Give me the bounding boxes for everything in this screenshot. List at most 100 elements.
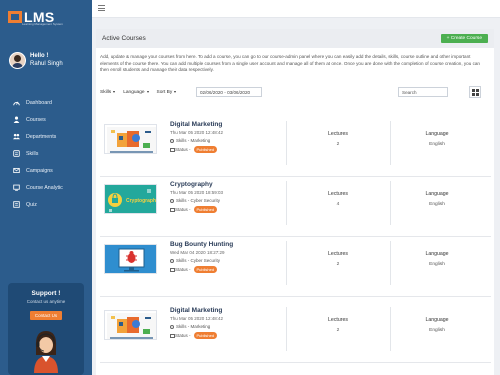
search-input[interactable]: Search (398, 87, 448, 97)
chevron-down-icon (113, 91, 116, 93)
flag-icon (170, 267, 175, 272)
quiz-icon (13, 201, 20, 208)
course-row[interactable]: Bug Bounty Hunting Wed Mar 04 2020 18:27… (100, 241, 491, 297)
language-value: English (429, 262, 445, 267)
language-value: English (429, 202, 445, 207)
language-label: Language (425, 317, 449, 323)
course-thumbnail[interactable] (104, 244, 157, 274)
greeting: Hello ! (30, 53, 49, 59)
user-name: Rahul Singh (30, 61, 63, 67)
panel-header: Active Courses + Create Course (96, 29, 494, 48)
status-badge: Published (193, 332, 218, 339)
analytics-icon (13, 184, 20, 191)
course-row[interactable]: Digital Marketing Thu Mar 05 2020 12:48:… (100, 121, 491, 177)
sort-by-filter[interactable]: Sort By (157, 90, 177, 95)
sidebar-item-label: Quiz (26, 201, 37, 208)
contact-us-button[interactable]: Contact Us (29, 311, 63, 320)
sidebar-nav: Dashboard Courses Departments Skills Cam… (0, 84, 92, 213)
course-skills: Skills - Marketing (176, 138, 211, 143)
courses-icon (13, 116, 20, 123)
support-agent-illustration (34, 331, 58, 373)
language-value: English (429, 142, 445, 147)
language-filter-label: Language (123, 89, 145, 95)
flag-icon (170, 147, 175, 152)
campaigns-icon (13, 167, 20, 174)
sidebar-item-label: Skills (26, 150, 39, 157)
column-divider (390, 307, 391, 351)
lectures-label: Lectures (328, 131, 348, 137)
skills-icon (170, 138, 174, 143)
flag-icon (170, 333, 175, 338)
sidebar-item-course-analytic[interactable]: Course Analytic (0, 179, 92, 196)
sidebar-item-dashboard[interactable]: Dashboard (0, 94, 92, 111)
course-title[interactable]: Digital Marketing (170, 121, 223, 128)
sidebar-item-label: Departments (26, 133, 57, 140)
course-title[interactable]: Cryptography (170, 181, 223, 188)
course-title[interactable]: Bug Bounty Hunting (170, 241, 233, 248)
lectures-label: Lectures (328, 191, 348, 197)
skills-filter-label: Skills (100, 89, 112, 95)
course-status-label: Status - (175, 147, 191, 152)
column-divider (390, 181, 391, 225)
sidebar-item-label: Campaigns (26, 167, 53, 174)
course-skills: Skills - Marketing (176, 324, 211, 329)
logo-icon (8, 11, 22, 23)
sidebar: LMS Learning Management System Hello ! R… (0, 0, 92, 375)
skills-icon (170, 324, 174, 329)
sort-by-label: Sort By (156, 89, 173, 95)
support-subtitle: Contact us anytime (26, 299, 66, 304)
course-status-label: Status - (175, 267, 191, 272)
sidebar-item-label: Courses (26, 116, 46, 123)
course-date: Thu Mar 05 2020 12:48:42 (170, 316, 224, 321)
sidebar-item-campaigns[interactable]: Campaigns (0, 162, 92, 179)
status-badge: Published (193, 146, 218, 153)
lectures-count: 2 (336, 262, 340, 267)
language-filter[interactable]: Language (123, 89, 149, 95)
support-title: Support ! (31, 290, 61, 297)
create-course-button[interactable]: + Create Course (440, 34, 488, 43)
lectures-count: 2 (336, 328, 340, 333)
course-status-label: Status - (175, 207, 191, 212)
avatar (9, 51, 26, 69)
active-courses-panel: Active Courses + Create Course Add, upda… (96, 29, 494, 375)
course-row[interactable]: Digital Marketing Thu Mar 05 2020 12:48:… (100, 307, 491, 363)
course-title[interactable]: Digital Marketing (170, 307, 223, 314)
skills-icon (170, 198, 174, 203)
filter-bar: Skills Language Sort By 02/06/2020 - 03/… (100, 84, 491, 100)
lectures-label: Lectures (328, 251, 348, 257)
course-date: Thu Mar 05 2020 12:48:42 (170, 130, 224, 135)
sidebar-item-quiz[interactable]: Quiz (0, 196, 92, 213)
logo[interactable]: LMS Learning Management System (0, 0, 92, 26)
menu-icon[interactable] (98, 5, 105, 13)
skills-filter[interactable]: Skills (100, 89, 116, 95)
sidebar-item-skills[interactable]: Skills (0, 145, 92, 162)
language-label: Language (425, 251, 449, 257)
course-status-label: Status - (175, 333, 191, 338)
course-row[interactable]: Cryptography Cryptography Thu Mar 05 202… (100, 181, 491, 237)
sidebar-item-departments[interactable]: Departments (0, 128, 92, 145)
skills-icon (13, 150, 20, 157)
status-badge: Published (193, 206, 218, 213)
language-value: English (429, 328, 445, 333)
chevron-down-icon (146, 91, 149, 93)
sidebar-item-courses[interactable]: Courses (0, 111, 92, 128)
skills-icon (170, 258, 174, 263)
top-bar (92, 0, 500, 18)
course-thumbnail[interactable]: Cryptography (104, 184, 157, 214)
course-thumbnail[interactable] (104, 124, 157, 154)
course-date: Thu Mar 05 2020 18:59:03 (170, 190, 224, 195)
dashboard-icon (13, 99, 20, 106)
course-skills: Skills - Cyber Security (176, 258, 221, 263)
course-thumbnail[interactable] (104, 310, 157, 340)
logo-subtitle: Learning Management System (22, 22, 63, 26)
user-profile[interactable]: Hello ! Rahul Singh (0, 26, 92, 84)
page-title: Active Courses (102, 35, 146, 42)
svg-text:Cryptography: Cryptography (126, 198, 157, 204)
status-badge: Published (193, 266, 218, 273)
date-range-input[interactable]: 02/06/2020 - 03/06/2020 (196, 87, 262, 97)
column-divider (286, 181, 287, 225)
course-skills: Skills - Cyber Security (176, 198, 221, 203)
column-divider (390, 241, 391, 285)
column-divider (286, 121, 287, 165)
grid-view-icon[interactable] (469, 86, 481, 98)
